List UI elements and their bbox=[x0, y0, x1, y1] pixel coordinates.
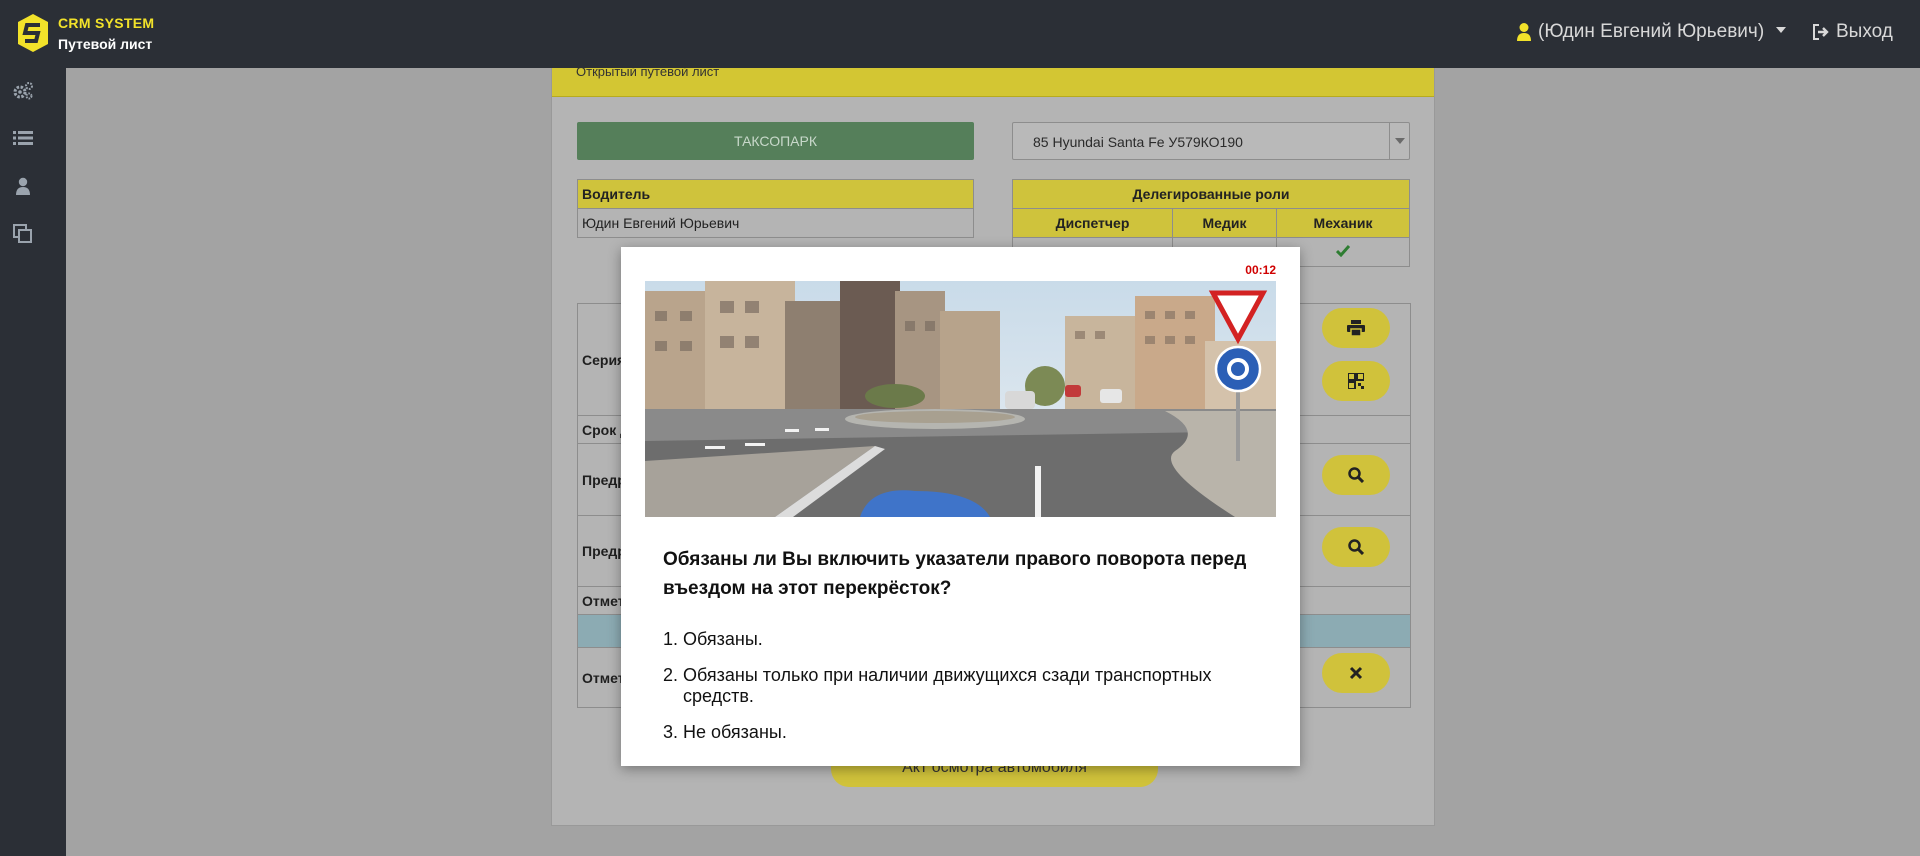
print-icon bbox=[1347, 320, 1365, 336]
user-menu[interactable]: (Юдин Евгений Юрьевич) bbox=[1516, 20, 1787, 44]
sidebar-item-settings[interactable] bbox=[12, 80, 34, 102]
driver-header: Водитель bbox=[577, 179, 974, 209]
answer-text: Не обязаны. bbox=[683, 722, 787, 742]
answer-option-3[interactable]: 3. Не обязаны. bbox=[663, 722, 1263, 743]
answer-number: 3. bbox=[663, 722, 679, 742]
sidebar bbox=[0, 68, 66, 856]
search-icon bbox=[1348, 539, 1364, 555]
car-select-value: 85 Hyundai Santa Fe У579КО190 bbox=[1033, 134, 1243, 150]
gears-icon bbox=[13, 82, 33, 100]
user-icon bbox=[1517, 23, 1531, 41]
answer-option-2[interactable]: 2. Обязаны только при наличии движущихся… bbox=[663, 665, 1263, 707]
car-select[interactable]: 85 Hyundai Santa Fe У579КО190 bbox=[1012, 122, 1410, 160]
print-button[interactable] bbox=[1322, 308, 1390, 348]
answer-list: 1. Обязаны. 2. Обязаны только при наличи… bbox=[663, 629, 1263, 758]
answer-number: 1. bbox=[663, 629, 679, 649]
search-button[interactable] bbox=[1322, 455, 1390, 495]
logout-icon bbox=[1813, 24, 1829, 40]
question-text: Обязаны ли Вы включить указатели правого… bbox=[663, 549, 1247, 599]
roles-header: Делегированные роли bbox=[1012, 179, 1410, 209]
taxi-park-button[interactable]: ТАКСОПАРК bbox=[577, 122, 974, 160]
brand-subtitle: Путевой лист bbox=[58, 36, 153, 52]
sidebar-item-list[interactable] bbox=[12, 127, 34, 149]
logo-icon bbox=[18, 14, 48, 52]
search-icon bbox=[1348, 467, 1364, 483]
search-button[interactable] bbox=[1322, 527, 1390, 567]
copy-icon bbox=[13, 224, 32, 243]
top-bar: CRM SYSTEM Путевой лист (Юдин Евгений Юр… bbox=[0, 0, 1920, 68]
roles-col-mechanic: Механик bbox=[1276, 208, 1410, 238]
qr-code-button[interactable] bbox=[1322, 361, 1390, 401]
question-image bbox=[645, 281, 1276, 517]
driver-table: Водитель Юдин Евгений Юрьевич bbox=[577, 179, 974, 238]
check-icon bbox=[1335, 245, 1351, 258]
brand-title: CRM SYSTEM bbox=[58, 15, 155, 31]
driver-name: Юдин Евгений Юрьевич bbox=[577, 208, 974, 238]
chevron-down-icon[interactable] bbox=[1389, 123, 1409, 159]
qr-code-icon bbox=[1348, 373, 1364, 389]
exam-question-modal: 00:12 Обязаны ли Вы включить указатели п… bbox=[621, 247, 1300, 766]
roles-col-medic: Медик bbox=[1172, 208, 1277, 238]
sidebar-item-profile[interactable] bbox=[12, 175, 34, 197]
close-button[interactable] bbox=[1322, 653, 1390, 693]
list-icon bbox=[13, 131, 33, 145]
user-icon bbox=[16, 177, 30, 195]
sidebar-item-documents[interactable] bbox=[12, 223, 34, 245]
answer-text: Обязаны. bbox=[683, 629, 763, 649]
countdown-timer: 00:12 bbox=[1245, 263, 1276, 277]
chevron-down-icon bbox=[1776, 27, 1787, 33]
user-name: (Юдин Евгений Юрьевич) bbox=[1538, 21, 1765, 42]
answer-option-1[interactable]: 1. Обязаны. bbox=[663, 629, 1263, 650]
logout-label: Выход bbox=[1836, 21, 1893, 42]
logout-link[interactable]: Выход bbox=[1812, 20, 1893, 44]
close-icon bbox=[1349, 666, 1363, 680]
roles-col-dispatcher: Диспетчер bbox=[1012, 208, 1173, 238]
answer-number: 2. bbox=[663, 665, 679, 685]
answer-text: Обязаны только при наличии движущихся сз… bbox=[683, 665, 1212, 706]
